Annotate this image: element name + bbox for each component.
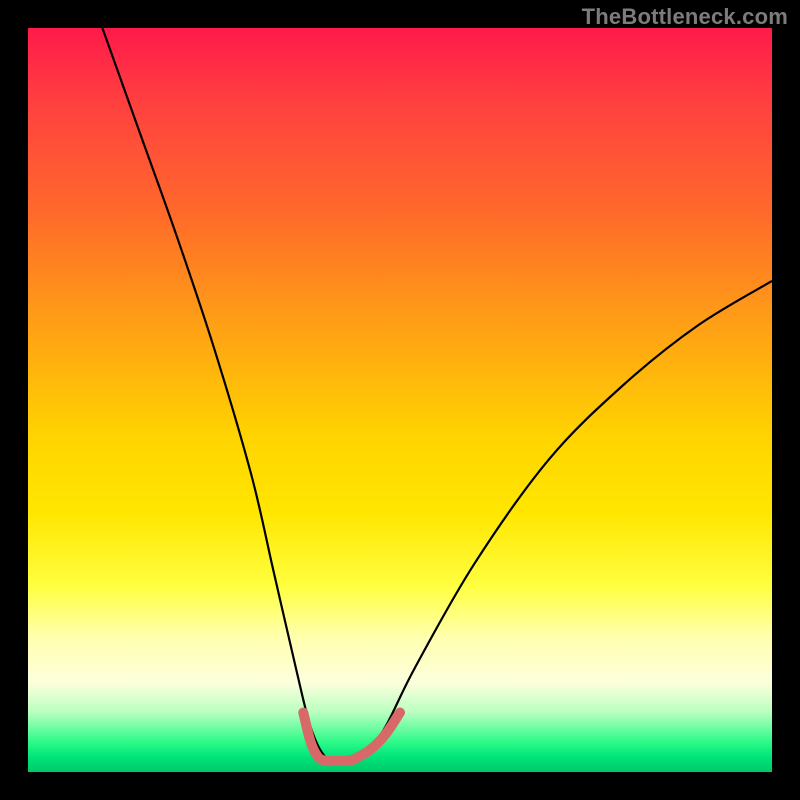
optimal-band [303, 712, 400, 761]
plot-area [28, 28, 772, 772]
bottleneck-curve [102, 28, 772, 759]
watermark-text: TheBottleneck.com [582, 4, 788, 30]
chart-frame: TheBottleneck.com [0, 0, 800, 800]
curve-layer [28, 28, 772, 772]
